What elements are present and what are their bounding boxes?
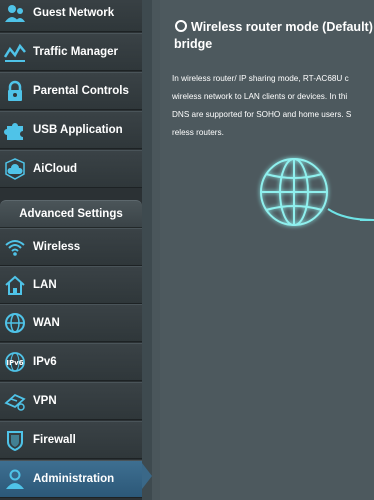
sidebar-item-label: IPv6: [33, 356, 57, 368]
sidebar-item-parental-controls[interactable]: Parental Controls: [0, 72, 142, 110]
vpn-icon: [4, 390, 26, 412]
sidebar-item-label: Administration: [33, 473, 115, 485]
administration-icon: [4, 468, 26, 490]
sidebar-item-administration[interactable]: Administration: [0, 460, 142, 498]
sidebar-item-label: AiCloud: [33, 163, 78, 175]
parental-controls-icon: [4, 80, 26, 102]
description-line: DNS are supported for SOHO and home user…: [172, 110, 352, 119]
sidebar-item-label: LAN: [33, 279, 57, 291]
sidebar-item-wan[interactable]: WAN: [0, 304, 142, 342]
internet-globe-icon: [260, 158, 374, 226]
guest-network-icon: [4, 2, 26, 24]
traffic-manager-icon: [4, 41, 26, 63]
mode-description: In wireless router/ IP sharing mode, RT-…: [172, 70, 374, 142]
sidebar-item-firewall[interactable]: Firewall: [0, 421, 142, 459]
sidebar-item-label: Guest Network: [33, 7, 115, 19]
sidebar-item-aicloud[interactable]: AiCloud: [0, 150, 142, 188]
lan-icon: [4, 274, 26, 296]
sidebar-item-guest-network[interactable]: Guest Network: [0, 0, 142, 32]
ipv6-icon: IPv6: [4, 351, 26, 373]
usb-application-icon: [4, 119, 26, 141]
description-line: wireless network to LAN clients or devic…: [172, 92, 348, 101]
sidebar-menu: Guest Network Traffic Manager Parental C…: [0, 0, 142, 500]
active-item-indicator: [142, 463, 152, 489]
wireless-icon: [4, 236, 26, 258]
mode-title: Wireless router mode (Default): [191, 20, 373, 34]
aicloud-icon: [4, 158, 26, 180]
description-line: reless routers.: [172, 128, 224, 137]
sidebar-item-label: USB Application: [33, 124, 123, 136]
section-header-label: Advanced Settings: [19, 208, 123, 220]
sidebar-item-ipv6[interactable]: IPv6 IPv6: [0, 343, 142, 381]
sidebar-item-label: Parental Controls: [33, 85, 129, 97]
sidebar-item-vpn[interactable]: VPN: [0, 382, 142, 420]
sidebar-item-label: WAN: [33, 317, 60, 329]
divider: [170, 0, 370, 3]
sidebar-item-lan[interactable]: LAN: [0, 266, 142, 304]
sidebar-item-label: Wireless: [33, 241, 81, 253]
radio-button-selected[interactable]: [175, 20, 187, 32]
firewall-icon: [4, 429, 26, 451]
operation-mode-option[interactable]: Wireless router mode (Default) bridge: [174, 19, 374, 53]
sidebar-item-label: VPN: [33, 395, 57, 407]
advanced-settings-header: Advanced Settings: [0, 200, 142, 228]
description-line: In wireless router/ IP sharing mode, RT-…: [172, 74, 349, 83]
wan-icon: [4, 312, 26, 334]
sidebar-item-wireless[interactable]: Wireless: [0, 228, 142, 266]
mode-title-continued: bridge: [174, 37, 213, 51]
sidebar-item-usb-application[interactable]: USB Application: [0, 111, 142, 149]
sidebar-item-label: Traffic Manager: [33, 46, 118, 58]
sidebar-item-traffic-manager[interactable]: Traffic Manager: [0, 33, 142, 71]
sidebar-item-label: Firewall: [33, 434, 76, 446]
svg-text:IPv6: IPv6: [6, 359, 23, 367]
